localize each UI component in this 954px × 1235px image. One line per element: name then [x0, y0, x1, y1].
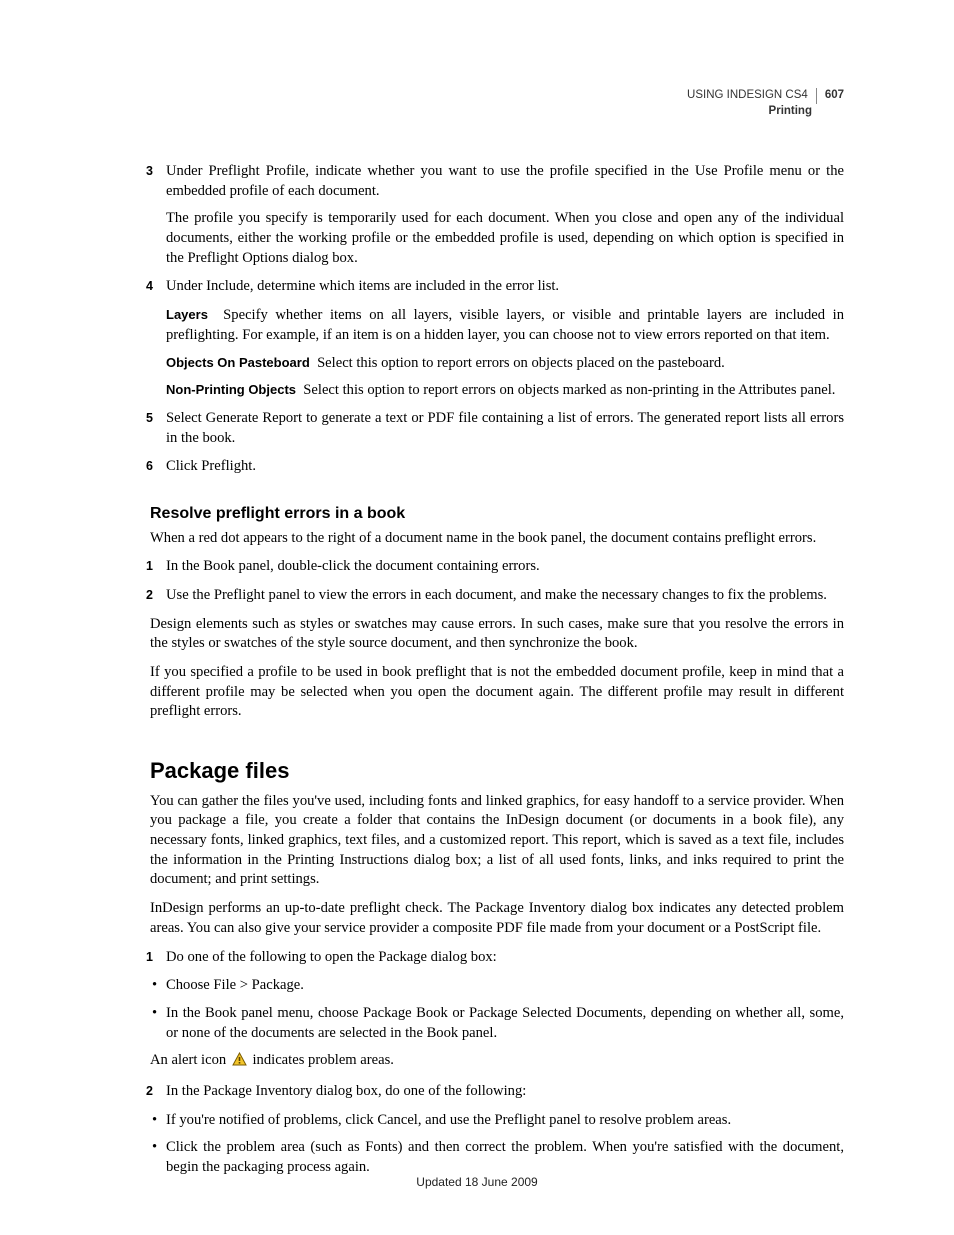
list-item: 6 Click Preflight.	[150, 457, 844, 477]
definition-label: Objects On Pasteboard	[166, 355, 310, 370]
step-number: 5	[146, 410, 153, 427]
body-text: Use the Preflight panel to view the erro…	[166, 586, 844, 606]
definition-label: Layers	[166, 307, 208, 322]
list-item: 1 Do one of the following to open the Pa…	[150, 948, 844, 968]
section-name: Printing	[687, 104, 844, 120]
list-item: 5 Select Generate Report to generate a t…	[150, 409, 844, 448]
body-text: The profile you specify is temporarily u…	[166, 209, 844, 268]
document-page: USING INDESIGN CS4607 Printing 3 Under P…	[0, 0, 954, 1235]
doc-title: USING INDESIGN CS4	[687, 88, 817, 104]
body-text: Do one of the following to open the Pack…	[166, 948, 844, 968]
body-text: Click Preflight.	[166, 457, 844, 477]
list-item: 2 In the Package Inventory dialog box, d…	[150, 1082, 844, 1102]
body-text: Under Preflight Profile, indicate whethe…	[166, 162, 844, 201]
step-number: 2	[146, 587, 153, 604]
heading-resolve: Resolve preflight errors in a book	[150, 503, 844, 525]
step-number: 3	[146, 163, 153, 180]
body-text: Choose File > Package.	[166, 977, 304, 993]
body-text: Design elements such as styles or swatch…	[150, 615, 844, 654]
body-text: When a red dot appears to the right of a…	[150, 529, 844, 549]
definition-text: Select this option to report errors on o…	[317, 355, 725, 371]
body-text: If you specified a profile to be used in…	[150, 663, 844, 722]
list-item: 1 In the Book panel, double-click the do…	[150, 557, 844, 577]
bullet-item: In the Book panel menu, choose Package B…	[150, 1004, 844, 1043]
page-number: 607	[817, 89, 844, 101]
body-text: You can gather the files you've used, in…	[150, 792, 844, 890]
definition-text: Specify whether items on all layers, vis…	[166, 307, 844, 343]
list-item: 4 Under Include, determine which items a…	[150, 277, 844, 297]
page-footer: Updated 18 June 2009	[0, 1175, 954, 1189]
body-text: An alert icon	[150, 1052, 230, 1068]
running-header: USING INDESIGN CS4607 Printing	[687, 88, 844, 119]
bullet-item: Click the problem area (such as Fonts) a…	[150, 1138, 844, 1177]
page-content: 3 Under Preflight Profile, indicate whet…	[150, 162, 844, 1178]
body-text: Click the problem area (such as Fonts) a…	[166, 1139, 844, 1175]
step-number: 1	[146, 558, 153, 575]
body-text: Under Include, determine which items are…	[166, 277, 844, 297]
body-text: indicates problem areas.	[253, 1052, 394, 1068]
step-number: 2	[146, 1083, 153, 1100]
step-number: 4	[146, 278, 153, 295]
definition-item: Non-Printing Objects Select this option …	[150, 381, 844, 401]
list-item: 2 Use the Preflight panel to view the er…	[150, 586, 844, 606]
body-text: InDesign performs an up-to-date prefligh…	[150, 899, 844, 938]
heading-package: Package files	[150, 756, 844, 786]
step-number: 1	[146, 949, 153, 966]
definition-text: Select this option to report errors on o…	[303, 382, 835, 398]
bullet-item: If you're notified of problems, click Ca…	[150, 1111, 844, 1131]
bullet-item: Choose File > Package.	[150, 976, 844, 996]
body-text: If you're notified of problems, click Ca…	[166, 1112, 731, 1128]
definition-item: Layers Specify whether items on all laye…	[150, 306, 844, 345]
alert-paragraph: An alert icon indicates problem areas.	[150, 1051, 844, 1073]
warning-icon	[232, 1052, 247, 1073]
definition-item: Objects On Pasteboard Select this option…	[150, 354, 844, 374]
step-number: 6	[146, 458, 153, 475]
body-text: In the Book panel menu, choose Package B…	[166, 1005, 844, 1041]
definition-label: Non-Printing Objects	[166, 382, 296, 397]
body-text: In the Package Inventory dialog box, do …	[166, 1082, 844, 1102]
body-text: Select Generate Report to generate a tex…	[166, 409, 844, 448]
list-item: 3 Under Preflight Profile, indicate whet…	[150, 162, 844, 268]
body-text: In the Book panel, double-click the docu…	[166, 557, 844, 577]
